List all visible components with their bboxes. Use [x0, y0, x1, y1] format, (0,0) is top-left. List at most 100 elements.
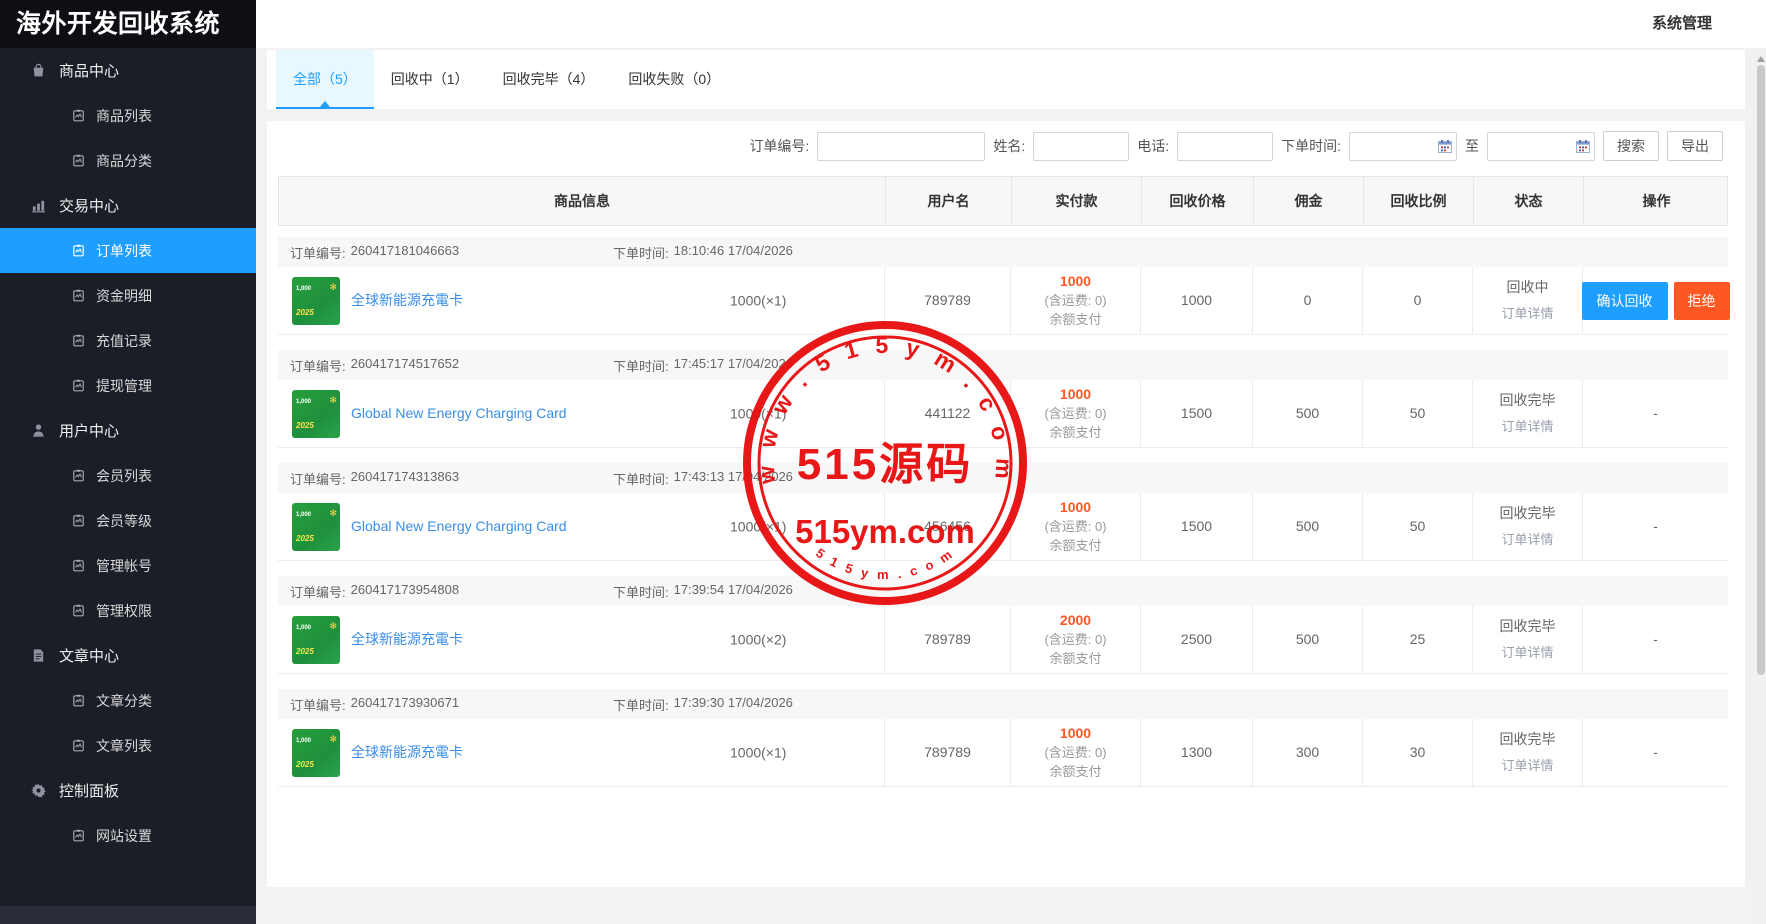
sidebar-group-item[interactable]: 交易中心 [0, 183, 256, 228]
sidebar-sub-item[interactable]: 管理权限 [0, 588, 256, 633]
tab-all[interactable]: 全部（5） [276, 50, 374, 109]
sidebar-sub-item[interactable]: 文章列表 [0, 723, 256, 768]
column-header: 实付款 [1011, 177, 1141, 225]
search-button[interactable]: 搜索 [1603, 131, 1659, 161]
no-action-placeholder: - [1653, 743, 1658, 762]
list-icon [72, 514, 85, 527]
product-name-link[interactable]: 全球新能源充電卡 [351, 743, 463, 762]
doc-icon [31, 648, 46, 663]
phone-input[interactable] [1177, 132, 1273, 161]
export-button[interactable]: 导出 [1667, 131, 1723, 161]
sidebar-sub-item[interactable]: 文章分类 [0, 678, 256, 723]
sidebar-item-label: 会员列表 [96, 466, 152, 486]
column-header: 操作 [1583, 177, 1729, 225]
product-name-link[interactable]: 全球新能源充電卡 [351, 291, 463, 310]
status-text: 回收完毕 [1500, 504, 1556, 523]
action-cell: - [1582, 606, 1728, 673]
order-detail-link[interactable]: 订单详情 [1501, 417, 1553, 436]
sidebar-sub-item[interactable]: 会员列表 [0, 453, 256, 498]
sidebar-item-label: 控制面板 [59, 780, 119, 801]
commission-cell: 300 [1252, 719, 1362, 786]
name-input[interactable] [1033, 132, 1129, 161]
order-time-label: 下单时间: [613, 695, 669, 714]
order-no-input[interactable] [817, 132, 985, 161]
sidebar-item-label: 文章列表 [96, 736, 152, 756]
sidebar-sub-item[interactable]: 会员等级 [0, 498, 256, 543]
sidebar-sub-item[interactable]: 商品分类 [0, 138, 256, 183]
tab-failed[interactable]: 回收失败（0） [611, 50, 737, 109]
sidebar-item-label: 充值记录 [96, 331, 152, 351]
sidebar-sub-item[interactable]: 订单列表 [0, 228, 256, 273]
order-detail-link[interactable]: 订单详情 [1501, 304, 1553, 323]
scroll-up-arrow-icon[interactable] [1757, 52, 1765, 62]
commission-cell: 500 [1252, 606, 1362, 673]
recycle-price: 1500 [1181, 517, 1212, 536]
main-card: 订单编号: 姓名: 电话: 下单时间: 至 搜索 导出 [267, 121, 1745, 887]
order-detail-link[interactable]: 订单详情 [1501, 643, 1553, 662]
star-icon: ✻ [329, 504, 337, 523]
paid-shipping-note: (含运费: 0) [1044, 517, 1106, 536]
calendar-icon[interactable] [1438, 140, 1452, 153]
thumb-year-text: 2025 [296, 416, 314, 435]
calendar-icon[interactable] [1576, 140, 1590, 153]
product-image[interactable]: 1,000 ✻ 2025 [292, 616, 340, 664]
product-cell: 1,000 ✻ 2025 全球新能源充電卡 1000(×1) [278, 719, 884, 786]
order-no-label: 订单编号: [290, 356, 346, 375]
product-image[interactable]: 1,000 ✻ 2025 [292, 277, 340, 325]
order-detail-link[interactable]: 订单详情 [1501, 756, 1553, 775]
sidebar-group-item[interactable]: 用户中心 [0, 408, 256, 453]
product-cell: 1,000 ✻ 2025 Global New Energy Charging … [278, 380, 884, 447]
sidebar-item-label: 商品列表 [96, 106, 152, 126]
sidebar-sub-item[interactable]: 商品列表 [0, 93, 256, 138]
sidebar-sub-item[interactable]: 管理帐号 [0, 543, 256, 588]
commission-cell: 500 [1252, 493, 1362, 560]
action-cell: - [1582, 380, 1728, 447]
tab-recycling[interactable]: 回收中（1） [374, 50, 486, 109]
user-icon [31, 423, 46, 438]
sidebar-group-item[interactable]: 商品中心 [0, 48, 256, 93]
sidebar-sub-item[interactable]: 充值记录 [0, 318, 256, 363]
recycle-price-cell: 1500 [1140, 380, 1252, 447]
paid-cell: 1000 (含运费: 0) 余额支付 [1010, 380, 1140, 447]
product-image[interactable]: 1,000 ✻ 2025 [292, 729, 340, 777]
order-group: 订单编号: 260417181046663 下单时间: 18:10:46 17/… [278, 237, 1728, 335]
vertical-scrollbar[interactable] [1756, 48, 1766, 924]
product-image[interactable]: 1,000 ✻ 2025 [292, 390, 340, 438]
list-icon [72, 604, 85, 617]
order-detail-link[interactable]: 订单详情 [1501, 530, 1553, 549]
tab-done[interactable]: 回收完毕（4） [486, 50, 612, 109]
paid-amount: 2000 [1060, 611, 1091, 630]
reject-button[interactable]: 拒绝 [1674, 282, 1730, 320]
sidebar-group-item[interactable]: 文章中心 [0, 633, 256, 678]
order-no: 260417173954808 [351, 582, 459, 601]
column-header: 回收比例 [1363, 177, 1473, 225]
product-image[interactable]: 1,000 ✻ 2025 [292, 503, 340, 551]
product-name-link[interactable]: Global New Energy Charging Card [351, 404, 567, 423]
sidebar-group-item[interactable]: 控制面板 [0, 768, 256, 813]
sidebar-sub-item[interactable]: 提现管理 [0, 363, 256, 408]
confirm-recycle-button[interactable]: 确认回收 [1582, 282, 1668, 320]
paid-cell: 1000 (含运费: 0) 余额支付 [1010, 493, 1140, 560]
order-no-label: 订单编号: [290, 469, 346, 488]
scrollbar-thumb[interactable] [1757, 65, 1765, 675]
username-cell: 441122 [884, 380, 1010, 447]
paid-shipping-note: (含运费: 0) [1044, 291, 1106, 310]
system-admin-menu[interactable]: 系统管理 [1652, 0, 1712, 48]
product-name-link[interactable]: Global New Energy Charging Card [351, 517, 567, 536]
product-name-link[interactable]: 全球新能源充電卡 [351, 630, 463, 649]
order-info-bar: 订单编号: 260417173930671 下单时间: 17:39:30 17/… [278, 689, 1728, 719]
thumb-year-text: 2025 [296, 755, 314, 774]
order-time-label: 下单时间: [613, 582, 669, 601]
content-area: 全部（5） 回收中（1） 回收完毕（4） 回收失败（0） 订单编号: 姓名: 电… [256, 48, 1756, 924]
order-group: 订单编号: 260417173930671 下单时间: 17:39:30 17/… [278, 689, 1728, 787]
sidebar-sub-item[interactable]: 网站设置 [0, 813, 256, 858]
paid-shipping-note: (含运费: 0) [1044, 404, 1106, 423]
sidebar-item-label: 网站设置 [96, 826, 152, 846]
list-icon [72, 739, 85, 752]
order-no-filter-label: 订单编号: [749, 136, 809, 156]
tab-label: 全部（5） [293, 71, 357, 87]
paid-cell: 2000 (含运费: 0) 余额支付 [1010, 606, 1140, 673]
column-header: 状态 [1473, 177, 1583, 225]
sidebar-sub-item[interactable]: 资金明细 [0, 273, 256, 318]
ratio-cell: 50 [1362, 380, 1472, 447]
